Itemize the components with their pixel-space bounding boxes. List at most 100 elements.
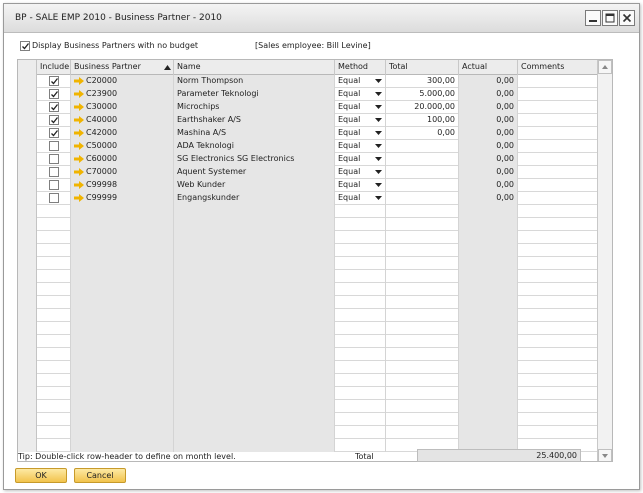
ok-button[interactable]: OK [15, 468, 67, 483]
link-arrow-icon[interactable] [74, 90, 84, 98]
include-checkbox[interactable] [49, 193, 59, 203]
row-header[interactable] [18, 361, 37, 374]
method-cell[interactable]: Equal [335, 192, 386, 205]
column-header-business-partner[interactable]: Business Partner [71, 60, 174, 75]
total-cell[interactable] [386, 270, 459, 283]
include-checkbox[interactable] [49, 76, 59, 86]
include-cell[interactable] [37, 322, 71, 335]
include-cell[interactable] [37, 257, 71, 270]
table-row[interactable]: C20000 Norm Thompson Equal 300,00 0,00 [18, 75, 599, 88]
include-cell[interactable] [37, 374, 71, 387]
row-header[interactable] [18, 127, 37, 140]
method-cell[interactable] [335, 231, 386, 244]
method-cell[interactable]: Equal [335, 179, 386, 192]
method-cell[interactable]: Equal [335, 140, 386, 153]
total-cell[interactable] [386, 205, 459, 218]
include-cell[interactable] [37, 283, 71, 296]
comments-cell[interactable] [518, 88, 599, 101]
include-cell[interactable] [37, 270, 71, 283]
comments-cell[interactable] [518, 400, 599, 413]
empty-table-row[interactable] [18, 413, 599, 426]
include-checkbox[interactable] [49, 128, 59, 138]
row-header[interactable] [18, 179, 37, 192]
link-arrow-icon[interactable] [74, 194, 84, 202]
vertical-scrollbar[interactable] [597, 60, 612, 461]
total-cell[interactable] [386, 361, 459, 374]
method-cell[interactable] [335, 283, 386, 296]
method-cell[interactable] [335, 413, 386, 426]
comments-cell[interactable] [518, 283, 599, 296]
empty-table-row[interactable] [18, 257, 599, 270]
include-cell[interactable] [37, 335, 71, 348]
comments-cell[interactable] [518, 75, 599, 88]
table-row[interactable]: C70000 Aquent Systemer Equal 0,00 [18, 166, 599, 179]
method-cell[interactable]: Equal [335, 166, 386, 179]
method-cell[interactable] [335, 426, 386, 439]
row-header[interactable] [18, 101, 37, 114]
link-arrow-icon[interactable] [74, 77, 84, 85]
comments-cell[interactable] [518, 205, 599, 218]
include-checkbox[interactable] [49, 154, 59, 164]
column-header-include[interactable]: Include [37, 60, 71, 75]
display-no-budget-checkbox[interactable] [20, 41, 30, 51]
total-cell[interactable] [386, 283, 459, 296]
comments-cell[interactable] [518, 309, 599, 322]
method-cell[interactable] [335, 335, 386, 348]
dropdown-arrow-icon[interactable] [375, 105, 382, 109]
row-header[interactable] [18, 231, 37, 244]
total-cell[interactable] [386, 218, 459, 231]
table-row[interactable]: C50000 ADA Teknologi Equal 0,00 [18, 140, 599, 153]
row-header[interactable] [18, 153, 37, 166]
total-cell[interactable] [386, 335, 459, 348]
link-arrow-icon[interactable] [74, 142, 84, 150]
row-header[interactable] [18, 309, 37, 322]
include-cell[interactable] [37, 361, 71, 374]
include-cell[interactable] [37, 296, 71, 309]
row-header[interactable] [18, 218, 37, 231]
row-header[interactable] [18, 166, 37, 179]
empty-table-row[interactable] [18, 231, 599, 244]
comments-cell[interactable] [518, 361, 599, 374]
empty-table-row[interactable] [18, 270, 599, 283]
comments-cell[interactable] [518, 413, 599, 426]
row-header[interactable] [18, 205, 37, 218]
table-row[interactable]: C42000 Mashina A/S Equal 0,00 0,00 [18, 127, 599, 140]
include-cell[interactable] [37, 439, 71, 452]
empty-table-row[interactable] [18, 335, 599, 348]
method-cell[interactable] [335, 400, 386, 413]
method-cell[interactable] [335, 270, 386, 283]
include-cell[interactable] [37, 179, 71, 192]
empty-table-row[interactable] [18, 387, 599, 400]
link-arrow-icon[interactable] [74, 168, 84, 176]
include-cell[interactable] [37, 218, 71, 231]
include-cell[interactable] [37, 400, 71, 413]
method-cell[interactable] [335, 387, 386, 400]
include-checkbox[interactable] [49, 141, 59, 151]
row-header[interactable] [18, 296, 37, 309]
empty-table-row[interactable] [18, 283, 599, 296]
row-header[interactable] [18, 335, 37, 348]
method-cell[interactable]: Equal [335, 88, 386, 101]
scroll-down-button[interactable] [598, 449, 612, 461]
empty-table-row[interactable] [18, 218, 599, 231]
table-row[interactable]: C99999 Engangskunder Equal 0,00 [18, 192, 599, 205]
include-cell[interactable] [37, 192, 71, 205]
comments-cell[interactable] [518, 101, 599, 114]
empty-table-row[interactable] [18, 244, 599, 257]
comments-cell[interactable] [518, 296, 599, 309]
dropdown-arrow-icon[interactable] [375, 183, 382, 187]
include-cell[interactable] [37, 166, 71, 179]
include-cell[interactable] [37, 387, 71, 400]
method-cell[interactable] [335, 244, 386, 257]
empty-table-row[interactable] [18, 309, 599, 322]
table-row[interactable]: C40000 Earthshaker A/S Equal 100,00 0,00 [18, 114, 599, 127]
total-cell[interactable]: 20.000,00 [386, 101, 459, 114]
method-cell[interactable] [335, 348, 386, 361]
title-bar[interactable]: BP - SALE EMP 2010 - Business Partner - … [4, 4, 639, 33]
column-header-method[interactable]: Method [335, 60, 386, 75]
include-checkbox[interactable] [49, 180, 59, 190]
include-checkbox[interactable] [49, 102, 59, 112]
method-cell[interactable] [335, 374, 386, 387]
total-cell[interactable] [386, 192, 459, 205]
method-cell[interactable] [335, 309, 386, 322]
